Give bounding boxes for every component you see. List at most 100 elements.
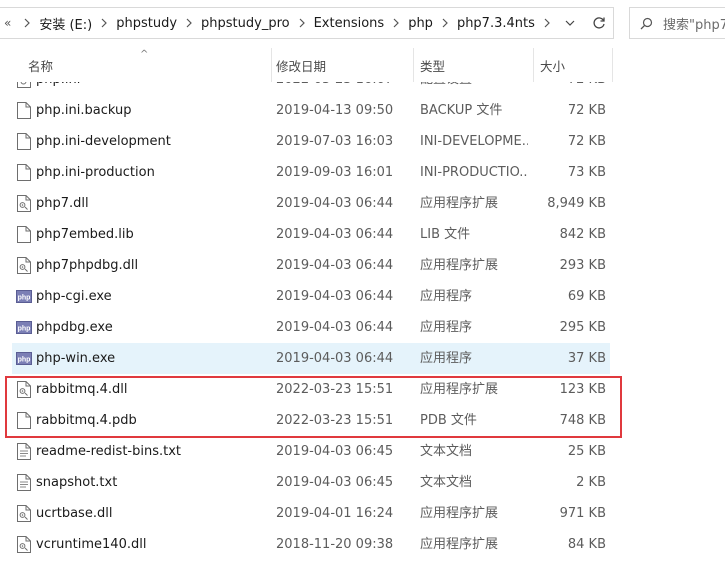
column-divider[interactable] bbox=[533, 48, 534, 82]
dll-icon bbox=[16, 536, 32, 553]
file-size: 295 KB bbox=[559, 320, 606, 335]
dll-icon bbox=[16, 505, 32, 522]
file-row[interactable]: readme-redist-bins.txt 2019-04-03 06:45 文本… bbox=[12, 436, 610, 467]
chevron-right-icon[interactable] bbox=[23, 18, 31, 28]
dll-icon bbox=[16, 257, 32, 274]
breadcrumb-item[interactable]: php7.3.4nts bbox=[457, 16, 535, 31]
column-size[interactable]: 大小 bbox=[540, 48, 565, 82]
svg-text:php: php bbox=[18, 357, 31, 364]
file-date: 2019-04-03 06:44 bbox=[276, 351, 394, 366]
column-date[interactable]: 修改日期 bbox=[276, 48, 326, 82]
file-name: php.ini-development bbox=[36, 134, 171, 149]
file-name: ucrtbase.dll bbox=[36, 506, 113, 521]
breadcrumb: « 安装 (E:) phpstudy phpstudy_pro Extensions p… bbox=[4, 8, 559, 38]
column-divider[interactable] bbox=[271, 48, 272, 82]
chevron-right-icon[interactable] bbox=[185, 18, 193, 28]
search-placeholder: 搜索"php7.3.4nts" bbox=[663, 17, 725, 33]
file-name: php7phpdbg.dll bbox=[36, 258, 139, 273]
file-type: LIB 文件 bbox=[420, 227, 471, 242]
file-row[interactable]: rabbitmq.4.dll 2022-03-23 15:51 应用程序扩展 123 … bbox=[12, 374, 610, 405]
column-name[interactable]: 名称 bbox=[28, 48, 53, 82]
breadcrumb-item[interactable]: 安装 (E:) bbox=[39, 14, 92, 33]
text-file-icon bbox=[16, 443, 32, 460]
file-type: INI-PRODUCTIO... bbox=[420, 165, 528, 180]
file-row[interactable]: php7embed.lib 2019-04-03 06:44 LIB 文件 842 K… bbox=[12, 219, 610, 250]
file-date: 2019-04-03 06:44 bbox=[276, 258, 394, 273]
overflow-chevron-icon[interactable]: « bbox=[4, 16, 11, 30]
file-size: 73 KB bbox=[567, 165, 606, 180]
file-list: php.ini2022-03-23 16:07配置设置72 KBphp.ini.… bbox=[0, 65, 725, 564]
chevron-right-icon[interactable] bbox=[543, 18, 551, 28]
file-type: 应用程序 bbox=[420, 289, 473, 304]
refresh-icon[interactable] bbox=[586, 8, 612, 38]
file-name: readme-redist-bins.txt bbox=[36, 444, 182, 459]
file-name: php-win.exe bbox=[36, 351, 116, 366]
file-type: 应用程序 bbox=[420, 351, 473, 366]
breadcrumb-item[interactable]: php bbox=[408, 16, 433, 31]
file-date: 2019-04-03 06:45 bbox=[276, 475, 394, 490]
file-type: 文本文档 bbox=[420, 444, 473, 459]
file-type: 应用程序扩展 bbox=[420, 382, 499, 397]
file-type: INI-DEVELOPME... bbox=[420, 134, 528, 149]
php-exe-icon: php bbox=[16, 350, 32, 367]
file-row[interactable]: php php-win.exe 2019-04-03 06:44 应用程序 37 KB bbox=[12, 343, 610, 374]
breadcrumb-item[interactable]: phpstudy bbox=[116, 16, 177, 31]
search-input[interactable]: 搜索"php7.3.4nts" bbox=[629, 7, 725, 39]
file-size: 25 KB bbox=[567, 444, 606, 459]
file-name: vcruntime140.dll bbox=[36, 537, 147, 552]
file-date: 2019-04-03 06:44 bbox=[276, 227, 394, 242]
file-row[interactable]: php.ini-production 2019-09-03 16:01 INI-PR… bbox=[12, 157, 610, 188]
file-date: 2019-04-03 06:44 bbox=[276, 320, 394, 335]
file-icon bbox=[16, 412, 32, 429]
file-date: 2019-07-03 16:03 bbox=[276, 134, 394, 149]
file-name: php-cgi.exe bbox=[36, 289, 112, 304]
file-name: rabbitmq.4.pdb bbox=[36, 413, 137, 428]
file-name: php7.dll bbox=[36, 196, 89, 211]
file-type: PDB 文件 bbox=[420, 413, 477, 428]
file-size: 842 KB bbox=[559, 227, 606, 242]
php-exe-icon: php bbox=[16, 319, 32, 336]
file-icon bbox=[16, 133, 32, 150]
php-exe-icon: php bbox=[16, 288, 32, 305]
address-bar[interactable]: « 安装 (E:) phpstudy phpstudy_pro Extensions p… bbox=[0, 7, 614, 39]
chevron-right-icon[interactable] bbox=[392, 18, 400, 28]
chevron-right-icon[interactable] bbox=[441, 18, 449, 28]
svg-text:php: php bbox=[18, 326, 31, 333]
file-icon bbox=[16, 226, 32, 243]
chevron-right-icon[interactable] bbox=[298, 18, 306, 28]
file-icon bbox=[16, 164, 32, 181]
file-date: 2019-09-03 16:01 bbox=[276, 165, 394, 180]
chevron-down-icon[interactable] bbox=[560, 8, 580, 38]
column-divider[interactable] bbox=[612, 48, 613, 82]
file-date: 2022-03-23 15:51 bbox=[276, 382, 394, 397]
file-size: 2 KB bbox=[576, 475, 606, 490]
file-name: php7embed.lib bbox=[36, 227, 134, 242]
file-size: 293 KB bbox=[559, 258, 606, 273]
file-type: 应用程序扩展 bbox=[420, 196, 499, 211]
file-row[interactable]: rabbitmq.4.pdb 2022-03-23 15:51 PDB 文件 748 … bbox=[12, 405, 610, 436]
column-divider[interactable] bbox=[413, 48, 414, 82]
file-name: php.ini-production bbox=[36, 165, 155, 180]
column-type[interactable]: 类型 bbox=[420, 48, 445, 82]
chevron-right-icon[interactable] bbox=[100, 18, 108, 28]
file-row[interactable]: snapshot.txt 2019-04-03 06:45 文本文档 2 KB bbox=[12, 467, 610, 498]
file-row[interactable]: php7phpdbg.dll 2019-04-03 06:44 应用程序扩展 293 … bbox=[12, 250, 610, 281]
file-date: 2019-04-03 06:45 bbox=[276, 444, 394, 459]
file-date: 2019-04-03 06:44 bbox=[276, 196, 394, 211]
file-name: snapshot.txt bbox=[36, 475, 118, 490]
breadcrumb-item[interactable]: Extensions bbox=[314, 16, 385, 31]
file-size: 84 KB bbox=[567, 537, 606, 552]
file-row[interactable]: vcruntime140.dll 2018-11-20 09:38 应用程序扩展 84… bbox=[12, 529, 610, 560]
file-type: 应用程序扩展 bbox=[420, 537, 499, 552]
breadcrumb-item[interactable]: phpstudy_pro bbox=[201, 16, 290, 31]
file-row[interactable]: php phpdbg.exe 2019-04-03 06:44 应用程序 295 KB bbox=[12, 312, 610, 343]
file-row[interactable]: php php-cgi.exe 2019-04-03 06:44 应用程序 69 KB bbox=[12, 281, 610, 312]
file-name: rabbitmq.4.dll bbox=[36, 382, 128, 397]
file-icon bbox=[16, 102, 32, 119]
file-row[interactable]: ucrtbase.dll 2019-04-01 16:24 应用程序扩展 971 KB bbox=[12, 498, 610, 529]
file-row[interactable]: php.ini-development 2019-07-03 16:03 INI-D… bbox=[12, 126, 610, 157]
file-row[interactable]: php.ini.backup 2019-04-13 09:50 BACKUP 文件 7… bbox=[12, 95, 610, 126]
file-row[interactable]: php7.dll 2019-04-03 06:44 应用程序扩展 8,949 KB bbox=[12, 188, 610, 219]
file-type: 文本文档 bbox=[420, 475, 473, 490]
search-icon bbox=[640, 17, 653, 29]
